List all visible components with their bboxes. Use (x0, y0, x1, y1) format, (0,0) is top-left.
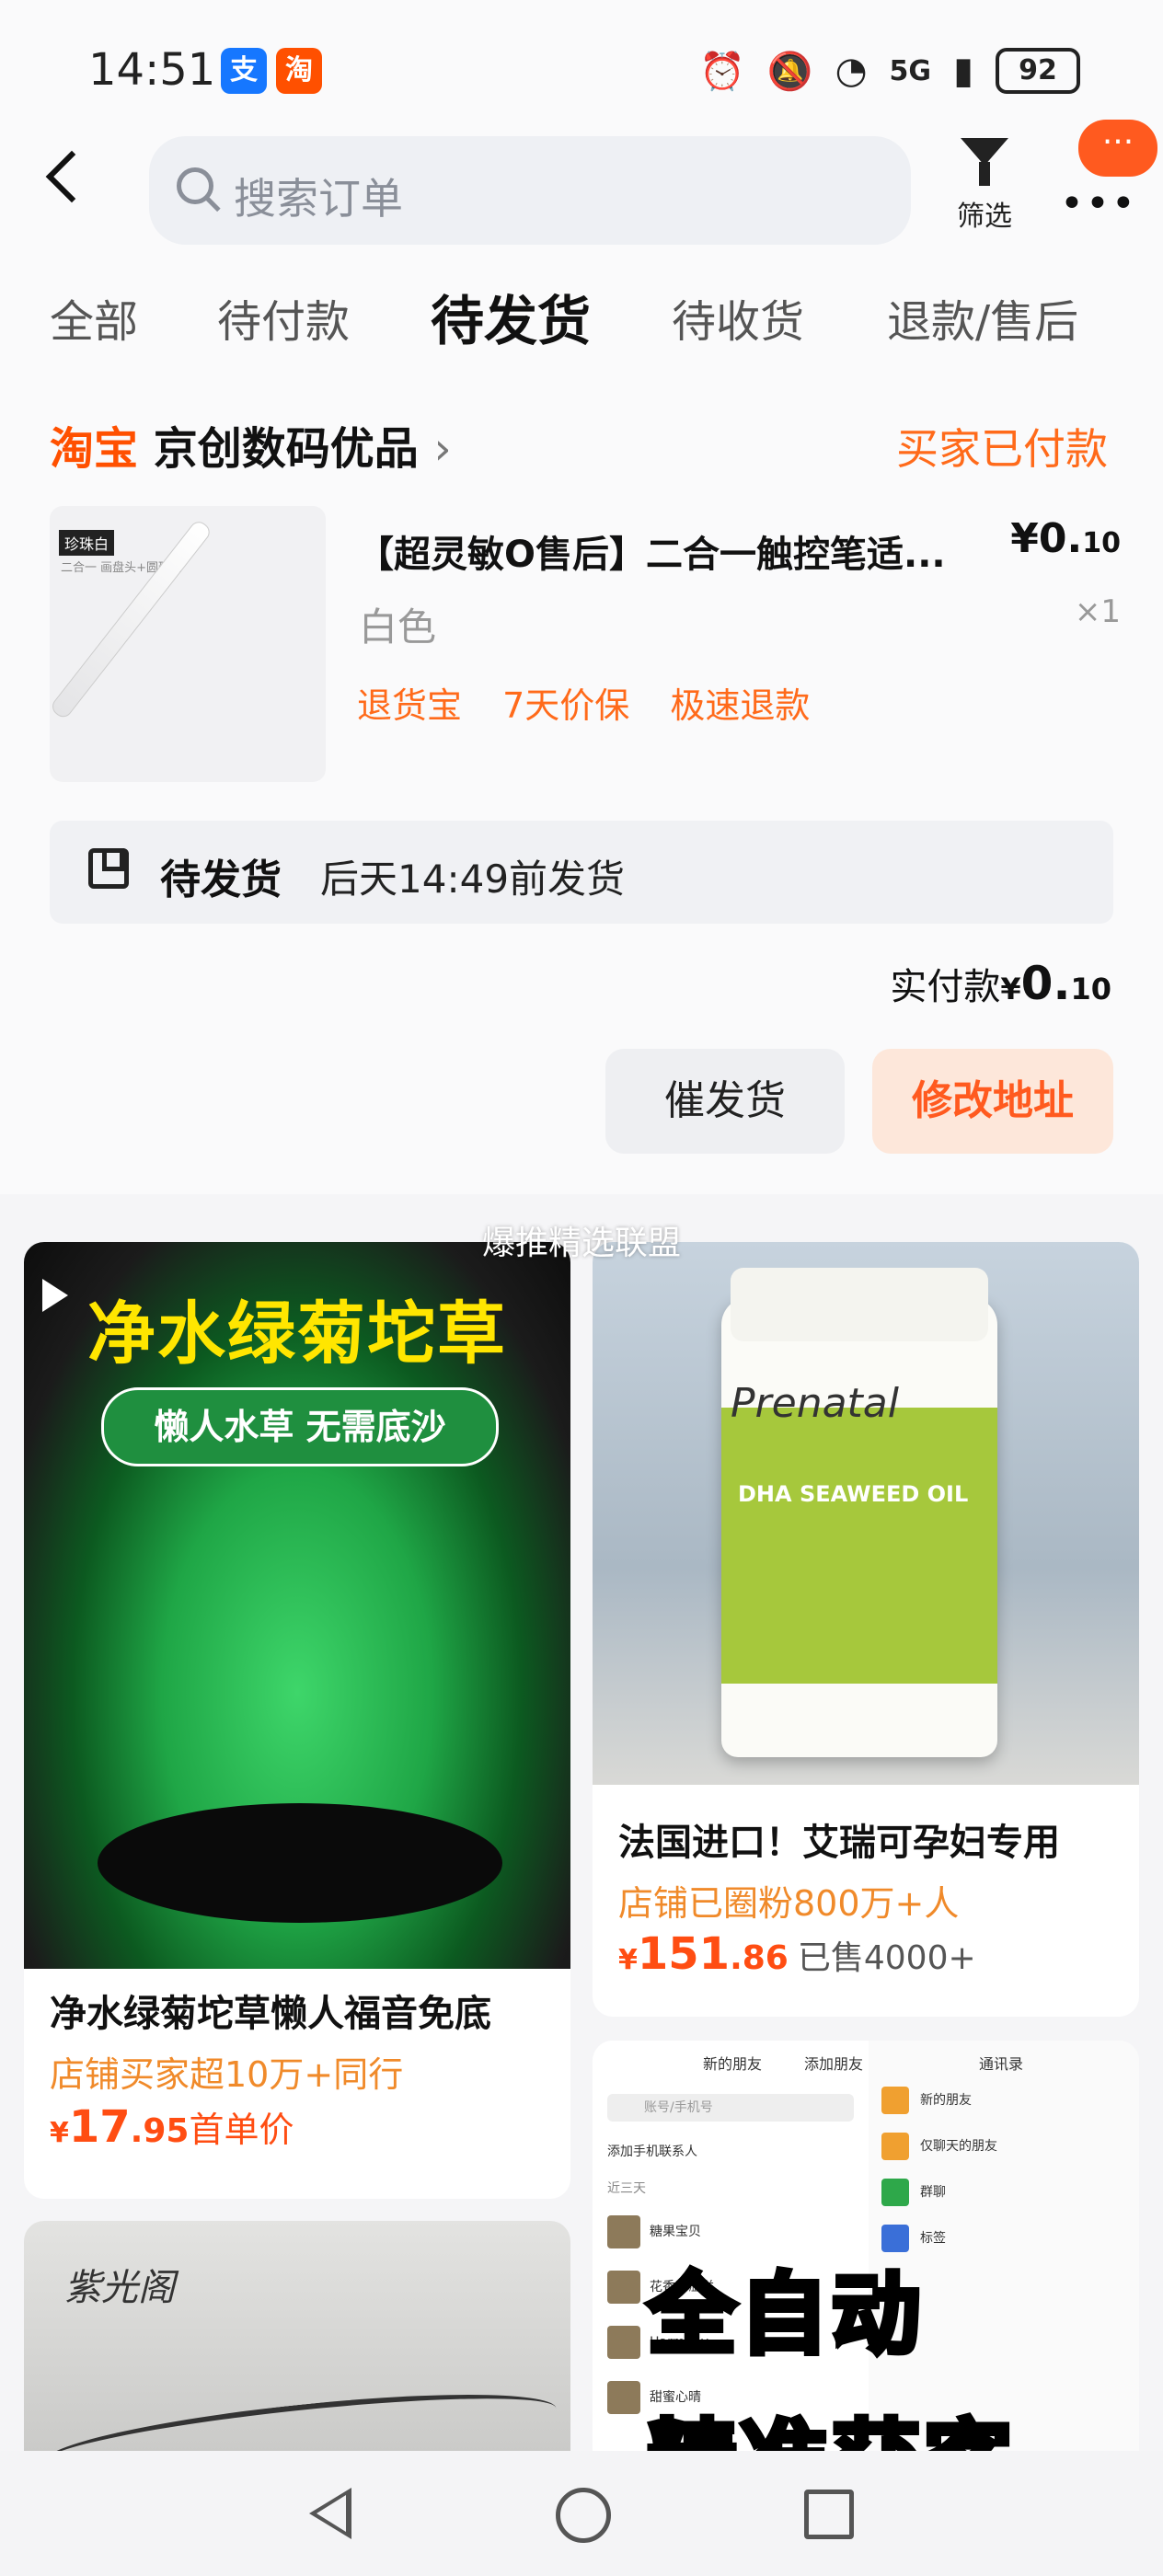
aquatic-plant-image: 净水绿菊坨草 懒人水草 无需底沙 (24, 1242, 570, 1969)
platform-label: 淘宝 (50, 423, 139, 475)
screen-left-action: 添加朋友 (804, 2055, 864, 2073)
product-thumbnail[interactable]: 珍珠白 二合一 画盘头+圆珠笔 (50, 506, 326, 782)
screen-section: 近三天 (607, 2181, 646, 2196)
service-tag: 极速退款 (670, 685, 811, 726)
screen-search: 账号/手机号 (607, 2094, 854, 2122)
status-icons: ⏰ 🔕 ◔ 5G ▮ 92 (699, 48, 1080, 94)
price-currency: ¥ (618, 1944, 638, 1976)
urge-shipment-button[interactable]: 催发货 (605, 1049, 845, 1154)
tab-all[interactable]: 全部 (50, 285, 138, 350)
battery-indicator: 92 (996, 48, 1080, 94)
feed-watermark-title: 爆推精选联盟 (481, 1225, 681, 1262)
tab-pending-payment[interactable]: 待付款 (217, 285, 350, 350)
shop-link[interactable]: 淘宝 京创数码优品 › (50, 412, 452, 477)
price-extra: 首单价 (189, 2110, 294, 2150)
chevron-right-icon: › (433, 423, 452, 475)
total-cents: 10 (1070, 972, 1111, 1006)
thumb-tag: 珍珠白 (59, 530, 115, 556)
image-pill: 懒人水草 无需底沙 (101, 1387, 499, 1466)
screen-left-title: 新的朋友 (703, 2055, 763, 2073)
order-status: 买家已付款 (896, 424, 1108, 474)
service-tags: 退货宝 7天价保 极速退款 (357, 677, 839, 728)
total-label: 实付款 (890, 966, 1001, 1008)
more-icon[interactable]: ••• (1060, 180, 1137, 227)
alarm-icon: ⏰ (698, 50, 745, 93)
bottle-sub: DHA SEAWEED OIL (738, 1481, 969, 1507)
network-label: 5G (889, 54, 931, 87)
service-tag: 退货宝 (357, 685, 463, 726)
total-paid: 实付款¥0.10 (890, 957, 1111, 1010)
package-icon (88, 848, 129, 889)
filter-label: 筛选 (957, 201, 1012, 233)
product-quantity: ×1 (1074, 593, 1121, 630)
product-price: ¥0.10 (1010, 515, 1121, 562)
taobao-app-icon: 淘 (276, 48, 322, 94)
bottle-label (721, 1408, 997, 1684)
image-headline: 净水绿菊坨草 (87, 1294, 507, 1374)
image-brand: 紫光阁 (64, 2267, 175, 2309)
shipping-status-bar[interactable]: 待发货 后天14:49前发货 (50, 821, 1113, 924)
product-title[interactable]: 【超灵敏O售后】二合一触控笔适... (357, 524, 1001, 578)
supplement-bottle-image: Prenatal DHA SEAWEED OIL (593, 1242, 1139, 1785)
nav-back-icon[interactable] (309, 2488, 351, 2539)
card-price: ¥17.95首单价 (50, 2101, 294, 2153)
tab-pending-receipt[interactable]: 待收货 (672, 285, 804, 350)
total-currency: ¥ (1000, 972, 1021, 1006)
price-int: 151 (637, 1928, 731, 1980)
search-input[interactable]: 搜索订单 (149, 136, 911, 245)
status-time: 14:51 (88, 44, 216, 96)
price-dec: .86 (730, 1939, 789, 1977)
search-placeholder: 搜索订单 (234, 174, 403, 224)
price-main: ¥0. (1010, 515, 1083, 562)
screen-right-title: 通讯录 (979, 2055, 1024, 2073)
bottle-cap (731, 1268, 988, 1341)
bottle-brand: Prenatal (731, 1380, 899, 1427)
message-bubble-icon[interactable]: ··· (1078, 120, 1157, 177)
price-dec: .95 (130, 2112, 190, 2150)
signal-icon: ▮ (952, 50, 973, 92)
tab-pending-shipment[interactable]: 待发货 (431, 278, 591, 355)
total-main: 0. (1020, 957, 1071, 1010)
mute-icon: 🔕 (766, 50, 813, 93)
order-tabs: 全部 待付款 待发货 待收货 退款/售后 (0, 285, 1163, 359)
screen-add-contacts: 添加手机联系人 (607, 2145, 697, 2159)
card-price: ¥151.86 已售4000+ (618, 1928, 976, 1980)
shipping-deadline: 后天14:49前发货 (320, 857, 626, 902)
service-tag: 7天价保 (502, 685, 630, 726)
card-subtitle: 店铺已圈粉800万+人 (618, 1883, 960, 1924)
product-variant: 白色 (359, 604, 437, 650)
card-title: 净水绿菊坨草懒人福音免底 (50, 1993, 491, 2035)
screen-right-item: 仅聊天的朋友 (881, 2133, 1130, 2169)
system-nav-bar (0, 2451, 1163, 2576)
nav-recent-apps-icon[interactable] (804, 2490, 854, 2539)
sold-count: 已售4000+ (797, 1939, 976, 1977)
filter-icon (961, 138, 1008, 186)
wifi-icon: ◔ (835, 50, 868, 92)
overlay-text: 全自动 (645, 2260, 924, 2369)
price-currency: ¥ (50, 2117, 69, 2149)
price-cents: 10 (1082, 527, 1121, 559)
shop-name: 京创数码优品 (153, 423, 419, 475)
change-address-button[interactable]: 修改地址 (872, 1049, 1113, 1154)
screen-right-item: 群聊 (881, 2179, 1130, 2215)
filter-button[interactable]: 筛选 (948, 138, 1021, 234)
search-icon (177, 167, 213, 204)
recommend-card[interactable]: Prenatal DHA SEAWEED OIL 法国进口！艾瑞可孕妇专用 店铺… (593, 1242, 1139, 2017)
price-int: 17 (68, 2101, 131, 2153)
card-title: 法国进口！艾瑞可孕妇专用 (618, 1822, 1060, 1864)
alipay-icon: 支 (221, 48, 267, 94)
nav-home-icon[interactable] (556, 2488, 611, 2543)
tab-refund-aftersale[interactable]: 退款/售后 (887, 285, 1078, 350)
card-subtitle: 店铺买家超10万+同行 (50, 2054, 404, 2095)
recommend-card[interactable]: 净水绿菊坨草 懒人水草 无需底沙 净水绿菊坨草懒人福音免底 店铺买家超10万+同… (24, 1242, 570, 2199)
screen-right-item: 新的朋友 (881, 2087, 1130, 2123)
shipping-label: 待发货 (160, 857, 282, 903)
plant-base (98, 1803, 502, 1923)
